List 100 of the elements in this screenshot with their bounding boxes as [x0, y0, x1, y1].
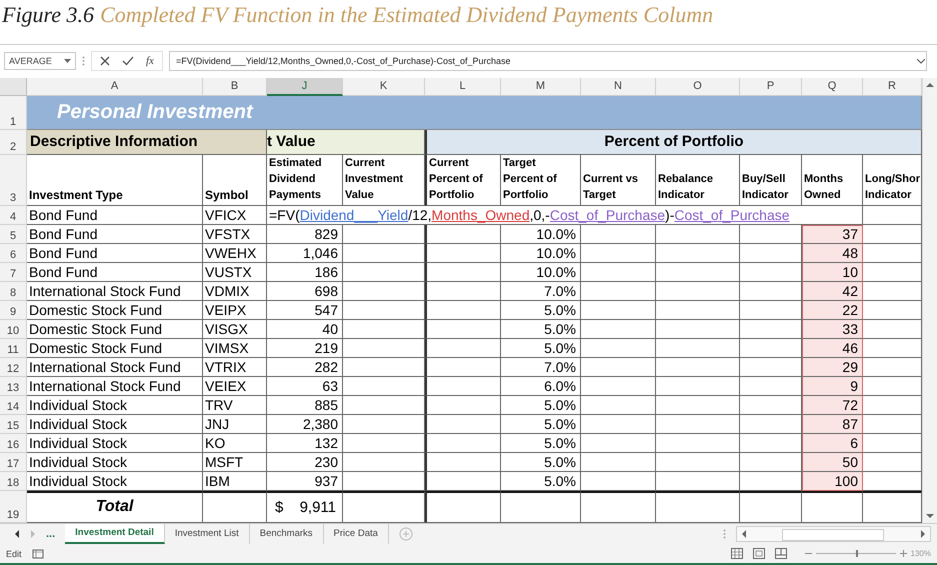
investment-type-cell: International Stock Fund [27, 358, 203, 377]
row-number[interactable]: 19 [0, 490, 27, 523]
investment-type-cell: Individual Stock [27, 414, 203, 434]
zoom-in-icon[interactable] [900, 550, 907, 558]
page-break-icon[interactable] [774, 548, 787, 560]
target-percent-cell: 7.0% [501, 282, 581, 301]
symbol-cell: VIMSX [203, 338, 267, 358]
target-percent-cell: 10.0% [501, 262, 581, 282]
symbol-cell: VDMIX [203, 282, 267, 301]
target-percent-cell: 5.0% [501, 300, 581, 320]
target-percent-cell: 10.0% [501, 244, 581, 263]
row-number[interactable]: 3 [0, 154, 27, 206]
symbol-cell: VEIPX [203, 300, 267, 320]
dividend-cell: 2,380 [267, 414, 343, 434]
row-number[interactable]: 13 [0, 376, 27, 396]
grip-icon[interactable] [722, 528, 726, 539]
cancel-icon[interactable] [100, 56, 110, 66]
row-number[interactable]: 9 [0, 300, 27, 320]
investment-type-cell: Bond Fund [27, 262, 203, 282]
months-owned-cell: 72 [802, 396, 863, 415]
normal-view-icon[interactable] [730, 548, 743, 560]
column-header[interactable]: N [581, 78, 656, 96]
row-number[interactable]: 12 [0, 358, 27, 377]
row-number[interactable]: 1 [0, 96, 27, 130]
mode-indicator: Edit [6, 548, 22, 559]
dividend-cell: 698 [267, 282, 343, 301]
months-owned-cell: 100 [802, 472, 863, 491]
column-label: Buy/Sell Indicator [740, 154, 802, 206]
symbol-cell: VWEHX [203, 244, 267, 263]
macro-record-icon[interactable] [32, 548, 44, 560]
row-number[interactable]: 14 [0, 396, 27, 415]
row-number[interactable]: 8 [0, 282, 27, 301]
row-number[interactable]: 7 [0, 262, 27, 282]
scroll-up-icon[interactable] [926, 82, 934, 88]
months-owned-cell: 22 [802, 300, 863, 320]
more-sheets-button[interactable]: ... [46, 528, 56, 540]
row-number[interactable]: 10 [0, 320, 27, 339]
column-header[interactable]: M [501, 78, 581, 96]
symbol-cell: VTRIX [203, 358, 267, 377]
horizontal-scrollbar[interactable] [736, 526, 931, 542]
formula-field[interactable]: =FV(Dividend___Yield/12,Months_Owned,0,-Cost_of_Purchase)-Cost_of_Purchase [168, 51, 927, 72]
column-label: Rebalance Indicator [656, 154, 740, 206]
row-number[interactable]: 4 [0, 206, 27, 225]
investment-type-cell: Bond Fund [27, 224, 203, 244]
column-header[interactable]: B [203, 78, 267, 96]
column-header[interactable]: P [740, 78, 802, 96]
symbol-cell: MSFT [203, 452, 267, 472]
months-owned-cell: 6 [802, 434, 863, 453]
investment-type-cell: Domestic Stock Fund [27, 300, 203, 320]
target-percent-cell: 7.0% [501, 358, 581, 377]
column-header[interactable]: K [343, 78, 425, 96]
row-number[interactable]: 2 [0, 130, 27, 155]
column-label: Current Percent of Portfolio [425, 154, 501, 206]
checkmark-icon[interactable] [122, 56, 134, 66]
target-percent-cell: 5.0% [501, 414, 581, 434]
row-number[interactable]: 18 [0, 472, 27, 491]
row-number[interactable]: 15 [0, 414, 27, 434]
symbol-cell: VFSTX [203, 224, 267, 244]
expand-icon[interactable] [917, 58, 925, 64]
column-header[interactable]: J [267, 78, 343, 96]
target-percent-cell: 5.0% [501, 396, 581, 415]
column-label: Target Percent of Portfolio [501, 154, 581, 206]
caret-icon [64, 59, 71, 64]
scroll-down-icon[interactable] [926, 512, 934, 519]
months-owned-cell: 29 [802, 358, 863, 377]
dividend-cell: 885 [267, 396, 343, 415]
insert-function-button[interactable]: fx [146, 55, 154, 68]
scroll-right-icon[interactable] [920, 530, 926, 538]
row-number[interactable]: 16 [0, 434, 27, 453]
investment-type-cell: Individual Stock [27, 452, 203, 472]
row-number[interactable]: 11 [0, 338, 27, 358]
investment-type-cell: International Stock Fund [27, 376, 203, 396]
zoom-slider-thumb[interactable] [856, 550, 858, 558]
column-header[interactable]: L [425, 78, 501, 96]
symbol-cell: IBM [203, 472, 267, 491]
column-header[interactable]: O [656, 78, 740, 96]
months-owned-cell: 37 [802, 224, 863, 244]
scroll-left-icon[interactable] [14, 530, 20, 538]
formula-edit-cell[interactable]: =FV(Dividend___Yield/12,Months_Owned,0,-Cost_of_Purchase)-Cost_of_Purchase [267, 206, 863, 225]
figure-label: Figure 3.6 [2, 2, 94, 28]
sheet-tab[interactable]: Investment Detail [65, 524, 165, 544]
row-number[interactable]: 17 [0, 452, 27, 472]
dividend-cell: 547 [267, 300, 343, 320]
column-label: Investment Type [27, 154, 203, 206]
page-layout-icon[interactable] [752, 548, 765, 560]
column-header[interactable]: Q [802, 78, 863, 96]
months-owned-cell: 42 [802, 282, 863, 301]
column-label: Symbol [203, 154, 267, 206]
months-owned-cell: 87 [802, 414, 863, 434]
currency-symbol: $ [275, 498, 284, 516]
scroll-left-icon[interactable] [740, 530, 747, 538]
row-number[interactable]: 6 [0, 244, 27, 263]
column-label: Estimated Dividend Payments [267, 154, 343, 206]
months-owned-cell: 48 [802, 244, 863, 263]
row-number[interactable]: 5 [0, 224, 27, 244]
column-header[interactable]: R [863, 78, 922, 96]
investment-type-cell: Individual Stock [27, 396, 203, 415]
vertical-scrollbar[interactable] [922, 78, 937, 523]
name-box[interactable]: AVERAGE [4, 52, 76, 70]
column-header[interactable]: A [27, 78, 203, 96]
